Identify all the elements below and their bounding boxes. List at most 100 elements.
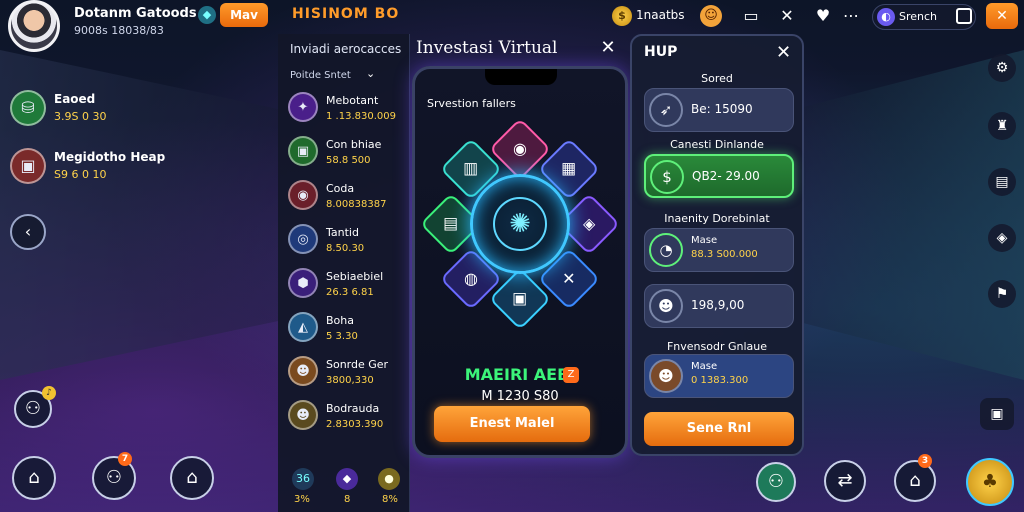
card-person[interactable]: ☻ 198,9,00 [644, 284, 794, 328]
list-item-title: Sebiaebiel [326, 270, 384, 283]
bottom-item-label: 8% [382, 494, 398, 505]
card-investor[interactable]: ☻ Mase 0 1383.300 [644, 354, 794, 398]
list-item-title: Con bhiae [326, 138, 382, 151]
hat-icon[interactable]: ♜ [988, 112, 1016, 140]
chevron-down-icon[interactable]: ⌄ [366, 67, 375, 80]
list-item-value: 5 3.30 [326, 331, 358, 342]
close-icon[interactable]: ✕ [776, 42, 791, 63]
card-value: 0 1383.300 [691, 375, 749, 386]
emoji-icon[interactable]: ☺ [700, 5, 722, 27]
card-value: QB2- 29.00 [692, 169, 760, 183]
item-icon: ▣ [288, 136, 318, 166]
list-item-title: Tantid [326, 226, 359, 239]
bottom-item-icon[interactable]: ◆ [336, 468, 358, 490]
list-item[interactable]: ▣ Con bhiae 58.8 500 [288, 136, 406, 174]
list-item[interactable]: ☻ Bodrauda 2.8303.390 [288, 400, 406, 438]
details-title: HUP [644, 44, 678, 60]
item-icon: ✦ [288, 92, 318, 122]
card-rocket[interactable]: ➶ Be: 15090 [644, 88, 794, 132]
heart-icon[interactable]: ♥ [812, 5, 834, 27]
card-cash[interactable]: $ QB2- 29.00 [644, 154, 794, 198]
item-icon: ◉ [288, 180, 318, 210]
music-badge: ♪ [42, 386, 56, 400]
list-item-title: Coda [326, 182, 355, 195]
tools-icon[interactable]: ✕ [776, 5, 798, 27]
search-label: Srench [899, 10, 938, 23]
item-icon: ◎ [288, 224, 318, 254]
gem-icon[interactable]: ◆ [198, 6, 216, 24]
player-subtitle: 9008s 18038/83 [74, 24, 164, 37]
friends-badge: 7 [118, 452, 132, 466]
hub-ring[interactable]: ✺ [470, 174, 570, 274]
invest-button[interactable]: Enest Malel [434, 406, 590, 442]
menu-button[interactable]: ✕ [986, 3, 1018, 29]
list-item-title: Bodrauda [326, 402, 380, 415]
window-icon[interactable] [956, 8, 972, 24]
person-icon: ☻ [649, 289, 683, 323]
investment-hub: ◉ ▦ ◈ ✕ ▣ ◍ ▤ ▥ ✺ [415, 117, 625, 331]
list-item-value: 1 .13.830.009 [326, 111, 396, 122]
phone-frame: Srvestion fallers ◉ ▦ ◈ ✕ ▣ ◍ ▤ ▥ ✺ MAEI… [412, 66, 628, 458]
chat-icon[interactable]: ▭ [740, 5, 762, 27]
list-item-value: 3800,330 [326, 375, 374, 386]
list-item-value: 26.3 6.81 [326, 287, 374, 298]
profile-card-icon[interactable]: ▣ [980, 398, 1014, 430]
flag-icon[interactable]: ⚑ [988, 280, 1016, 308]
player-name: Dotanm Gatoods [74, 6, 197, 21]
shield-icon[interactable]: ◈ [988, 224, 1016, 252]
list-item-value: 58.8 500 [326, 155, 371, 166]
more-icon[interactable]: ⋯ [840, 5, 862, 27]
list-item[interactable]: ⬢ Sebiaebiel 26.3 6.81 [288, 268, 406, 306]
list-item[interactable]: ◭ Boha 5 3.30 [288, 312, 406, 350]
details-modal: HUP ✕ Sored ➶ Be: 15090 Canesti Dinlande… [630, 34, 804, 456]
house-button[interactable]: ⌂ [170, 456, 214, 500]
chest-icon: ▣ [10, 148, 46, 184]
list-item-title: Boha [326, 314, 354, 327]
list-filter[interactable]: Poitde Sntet [290, 70, 351, 81]
close-icon[interactable]: ✕ [596, 36, 620, 60]
card-value: 88.3 S00.000 [691, 249, 758, 260]
player-avatar[interactable] [8, 0, 60, 52]
card-gauge[interactable]: ◔ Mase 88.3 S00.000 [644, 228, 794, 272]
left-item-chest[interactable]: ▣ Megidotho Heap S9 6 0 10 [10, 148, 200, 188]
back-button[interactable]: ‹ [10, 214, 46, 250]
bottom-item-icon[interactable]: ● [378, 468, 400, 490]
left-item-deposit[interactable]: ⛁ Eaoed 3.9S 0 30 [10, 90, 200, 130]
bottom-item-label: 8 [344, 494, 351, 505]
gear-icon[interactable]: ⚙ [988, 54, 1016, 82]
list-item[interactable]: ◎ Tantid 8.50.30 [288, 224, 406, 262]
list-title: Inviadi aerocacces [290, 42, 402, 56]
reward-label: MAEIRI AEBI [464, 365, 576, 384]
left-item-title: Megidotho Heap [54, 150, 166, 164]
bag-icon[interactable]: ▤ [988, 168, 1016, 196]
section-label: Fnvensodr Gnlaue [666, 340, 768, 353]
app-title: HISINOM BO [292, 6, 400, 22]
confirm-button[interactable]: Sene Rnl [644, 412, 794, 446]
list-item[interactable]: ◉ Coda 8.00838387 [288, 180, 406, 218]
left-item-value: 3.9S 0 30 [54, 110, 107, 123]
search-icon: ◐ [877, 8, 895, 26]
home-button[interactable]: ⌂ [12, 456, 56, 500]
phone-label: Srvestion fallers [427, 97, 516, 110]
modal-title: Investasi Virtual [416, 38, 558, 58]
trade-button[interactable]: ⇄ [824, 460, 866, 502]
rocket-icon: ➶ [649, 93, 683, 127]
card-value: Be: 15090 [691, 102, 753, 116]
coin-icon: $ [612, 6, 632, 26]
item-icon: ☻ [288, 400, 318, 430]
list-item[interactable]: ☻ Sonrde Ger 3800,330 [288, 356, 406, 394]
list-item-title: Mebotant [326, 94, 379, 107]
list-item[interactable]: ✦ Mebotant 1 .13.830.009 [288, 92, 406, 130]
team-button[interactable]: ⚇ [756, 462, 796, 502]
reward-value: M 1230 S80 [481, 389, 559, 404]
bell-button[interactable]: ♣ [966, 458, 1014, 506]
bottom-item-icon[interactable]: 36 [292, 468, 314, 490]
card-value: 198,9,00 [691, 298, 745, 312]
card-title: Mase [691, 235, 718, 246]
left-item-value: S9 6 0 10 [54, 168, 107, 181]
vip-button[interactable]: Mav [220, 3, 268, 27]
cash-icon: $ [650, 160, 684, 194]
section-label: Canesti Dinlande [670, 138, 764, 151]
shop-button[interactable]: ⌂ [894, 460, 936, 502]
item-icon: ☻ [288, 356, 318, 386]
